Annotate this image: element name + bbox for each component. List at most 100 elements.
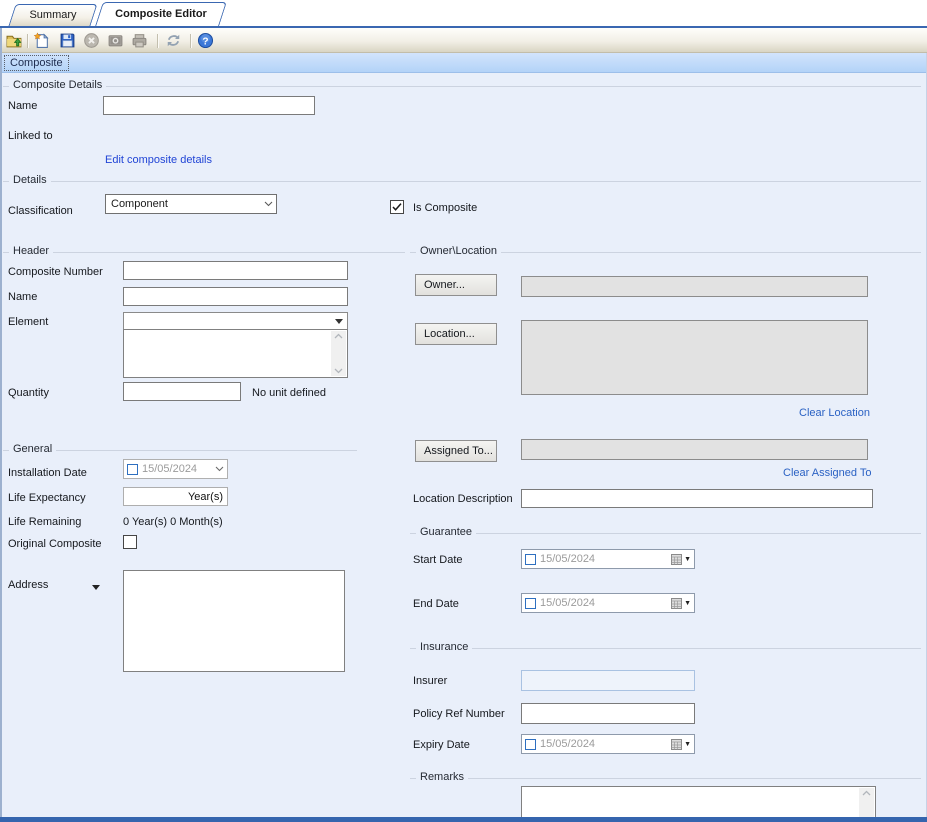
- insurer-field: [521, 670, 695, 691]
- snapshot-icon: [107, 32, 124, 49]
- original-composite-checkbox[interactable]: [123, 535, 137, 549]
- tab-bar: Summary Composite Editor: [0, 0, 927, 26]
- group-title-header: Header: [9, 245, 53, 257]
- expiry-date-checkbox[interactable]: [525, 739, 536, 750]
- subtab-composite[interactable]: Composite: [4, 55, 69, 71]
- delete-icon: [83, 32, 100, 49]
- start-date-label: Start Date: [413, 554, 463, 566]
- composite-editor-window: Summary Composite Editor: [0, 0, 927, 822]
- owner-button[interactable]: Owner...: [415, 274, 497, 296]
- start-date-checkbox[interactable]: [525, 554, 536, 565]
- delete-button: [81, 31, 101, 50]
- location-field: [521, 320, 868, 395]
- tab-summary[interactable]: Summary: [12, 4, 94, 26]
- svg-text:?: ?: [202, 36, 208, 47]
- quantity-input[interactable]: [123, 382, 241, 401]
- group-header: Header: [3, 247, 405, 257]
- dropdown-arrow-icon[interactable]: ▼: [684, 556, 691, 563]
- location-button[interactable]: Location...: [415, 323, 497, 345]
- group-general: General: [3, 445, 357, 455]
- installation-date-value: 15/05/2024: [142, 463, 215, 475]
- toolbar: ?: [0, 28, 927, 53]
- life-expectancy-unit: Year(s): [188, 491, 223, 503]
- window-left-border: [0, 28, 2, 818]
- composite-subtab-strip: Composite: [0, 53, 927, 73]
- calendar-icon: [671, 739, 682, 750]
- expiry-date-label: Expiry Date: [413, 739, 470, 751]
- expiry-date-value: 15/05/2024: [540, 738, 671, 750]
- group-insurance: Insurance: [410, 643, 921, 653]
- no-unit-defined-text: No unit defined: [252, 387, 326, 399]
- element-select[interactable]: [123, 312, 348, 330]
- chevron-down-icon[interactable]: [215, 466, 224, 472]
- clear-location-link[interactable]: Clear Location: [799, 407, 870, 419]
- tab-composite-editor[interactable]: Composite Editor: [99, 2, 223, 26]
- new-document-button[interactable]: [31, 31, 51, 50]
- composite-number-input[interactable]: [123, 261, 348, 280]
- insurer-label: Insurer: [413, 675, 447, 687]
- chevron-down-icon: [331, 319, 347, 324]
- group-title-insurance: Insurance: [416, 641, 472, 653]
- save-icon: [59, 32, 76, 49]
- element-notes-textarea[interactable]: [123, 329, 348, 378]
- home-folder-button[interactable]: [4, 31, 24, 50]
- help-icon: ?: [197, 32, 214, 49]
- element-notes-scrollbar[interactable]: [331, 331, 346, 376]
- calendar-icon: [671, 554, 682, 565]
- end-date-checkbox[interactable]: [525, 598, 536, 609]
- composite-name-input[interactable]: [103, 96, 315, 115]
- start-date-value: 15/05/2024: [540, 553, 671, 565]
- remarks-scrollbar[interactable]: [859, 788, 874, 820]
- group-composite-details: Composite Details: [3, 81, 921, 91]
- group-title-general: General: [9, 443, 56, 455]
- print-button: [129, 31, 149, 50]
- life-remaining-value: 0 Year(s) 0 Month(s): [123, 516, 223, 528]
- installation-date-picker[interactable]: 15/05/2024: [123, 459, 228, 479]
- linked-to-label: Linked to: [8, 130, 53, 142]
- is-composite-checkbox[interactable]: [390, 200, 404, 214]
- location-description-input[interactable]: [521, 489, 873, 508]
- quantity-label: Quantity: [8, 387, 49, 399]
- edit-composite-details-link[interactable]: Edit composite details: [105, 154, 212, 166]
- life-expectancy-input[interactable]: Year(s): [123, 487, 228, 506]
- new-document-icon: [33, 32, 50, 49]
- dropdown-arrow-icon[interactable]: ▼: [684, 600, 691, 607]
- classification-value: Component: [111, 198, 260, 210]
- help-button[interactable]: ?: [195, 31, 215, 50]
- assigned-to-button[interactable]: Assigned To...: [415, 440, 497, 462]
- policy-ref-number-input[interactable]: [521, 703, 695, 724]
- clear-assigned-to-link[interactable]: Clear Assigned To: [783, 467, 871, 479]
- classification-select[interactable]: Component: [105, 194, 277, 214]
- element-label: Element: [8, 316, 48, 328]
- group-remarks: Remarks: [410, 773, 921, 783]
- group-title-owner-location: Owner\Location: [416, 245, 501, 257]
- toolbar-separator: [190, 34, 192, 48]
- group-title-composite-details: Composite Details: [9, 79, 106, 91]
- save-button[interactable]: [57, 31, 77, 50]
- refresh-button[interactable]: [163, 31, 183, 50]
- dropdown-arrow-icon[interactable]: ▼: [684, 741, 691, 748]
- assigned-to-field: [521, 439, 868, 460]
- life-remaining-label: Life Remaining: [8, 516, 81, 528]
- expiry-date-picker[interactable]: 15/05/2024 ▼: [521, 734, 695, 754]
- scroll-up-icon[interactable]: [862, 790, 871, 796]
- print-icon: [131, 32, 148, 49]
- address-dropdown-icon[interactable]: [92, 581, 100, 593]
- scroll-down-icon[interactable]: [334, 368, 343, 374]
- end-date-label: End Date: [413, 598, 459, 610]
- installation-date-checkbox[interactable]: [127, 464, 138, 475]
- header-name-label: Name: [8, 291, 37, 303]
- address-textarea[interactable]: [123, 570, 345, 672]
- header-name-input[interactable]: [123, 287, 348, 306]
- toolbar-separator: [157, 34, 159, 48]
- address-label: Address: [8, 579, 48, 591]
- group-owner-location: Owner\Location: [410, 247, 921, 257]
- group-title-details: Details: [9, 174, 51, 186]
- policy-ref-number-label: Policy Ref Number: [413, 708, 505, 720]
- group-details: Details: [3, 176, 921, 186]
- scroll-up-icon[interactable]: [334, 333, 343, 339]
- start-date-picker[interactable]: 15/05/2024 ▼: [521, 549, 695, 569]
- owner-field: [521, 276, 868, 297]
- tab-composite-editor-label: Composite Editor: [115, 8, 207, 20]
- end-date-picker[interactable]: 15/05/2024 ▼: [521, 593, 695, 613]
